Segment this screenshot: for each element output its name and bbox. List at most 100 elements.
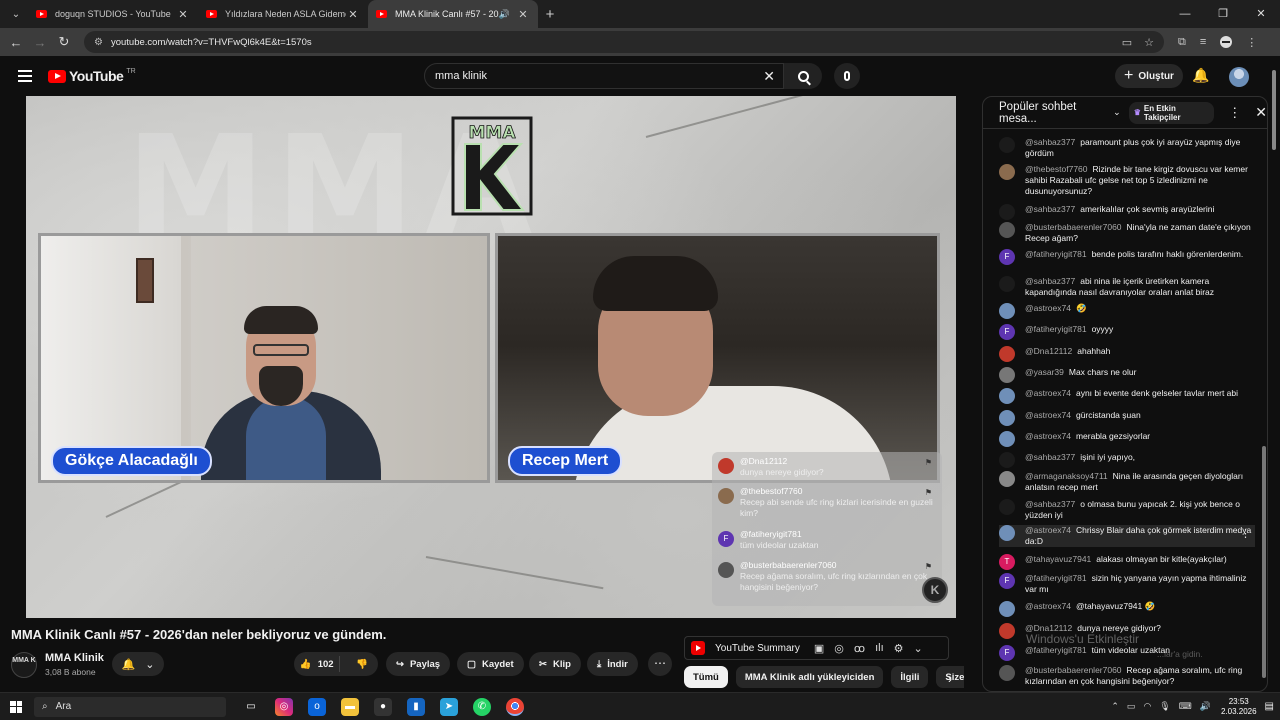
chat-username[interactable]: @astroex74 xyxy=(1025,303,1071,313)
browser-tab-1[interactable]: doguqn STUDIOS - YouTube ✕ xyxy=(28,0,198,28)
dislike-button[interactable]: 👎 xyxy=(346,659,378,670)
account-avatar[interactable] xyxy=(1229,67,1249,87)
subscribed-bell-button[interactable]: 🔔 ⌄ xyxy=(112,652,164,676)
reload-icon[interactable]: ↻ xyxy=(52,34,76,50)
extensions-puzzle-icon[interactable]: ⧉ xyxy=(1178,36,1186,49)
chat-avatar[interactable]: F xyxy=(999,645,1015,661)
telegram-icon[interactable]: ➤ xyxy=(440,697,458,716)
chat-avatar[interactable] xyxy=(999,471,1015,487)
chat-avatar[interactable] xyxy=(999,222,1015,238)
close-tab-icon[interactable]: ✕ xyxy=(176,8,190,21)
share-button[interactable]: ↪ Paylaş xyxy=(386,652,451,676)
chat-avatar[interactable] xyxy=(999,204,1015,220)
chat-message[interactable]: F @fatiheryigit781 oyyyy xyxy=(999,324,1255,340)
taskbar-clock[interactable]: 23:53 2.03.2026 xyxy=(1221,697,1257,717)
chat-mode-selector[interactable]: Popüler sohbet mesa... xyxy=(999,101,1109,125)
chat-message[interactable]: @yasar39 Max chars ne olur xyxy=(999,367,1255,383)
chat-username[interactable]: @astroex74 xyxy=(1025,410,1071,420)
ai-icon[interactable]: ◎ xyxy=(834,642,844,655)
chat-avatar[interactable] xyxy=(999,346,1015,362)
chat-message[interactable]: F @fatiheryigit781 bende polis tarafını ha… xyxy=(999,249,1255,265)
chat-avatar[interactable] xyxy=(999,367,1015,383)
task-view-icon[interactable]: ▭ xyxy=(242,698,260,716)
chat-message[interactable]: @astroex74 gürcistanda şuan xyxy=(999,410,1255,426)
chat-username[interactable]: @sahbaz377 xyxy=(1025,137,1075,147)
message-menu-icon[interactable]: ⋮ xyxy=(1240,527,1251,540)
windows-start-icon[interactable] xyxy=(10,700,22,713)
chat-message[interactable]: F @fatiheryigit781 sizin hiç yanyana yayın… xyxy=(999,573,1255,595)
chrome-icon[interactable] xyxy=(506,697,524,716)
reading-list-icon[interactable]: ≡ xyxy=(1200,36,1206,48)
chip-all[interactable]: Tümü xyxy=(684,666,728,688)
app-icon[interactable]: ● xyxy=(374,697,392,716)
chevron-right-icon[interactable]: › xyxy=(948,672,952,686)
file-explorer-icon[interactable]: ▬ xyxy=(341,697,359,716)
search-button[interactable] xyxy=(784,63,822,89)
notification-icon[interactable]: ▤ xyxy=(1265,701,1274,712)
chat-username[interactable]: @fatiheryigit781 xyxy=(1025,573,1087,583)
chat-message[interactable]: @Dna12112 ahahhah xyxy=(999,346,1255,362)
tab-search-chevron-icon[interactable]: ⌄ xyxy=(4,3,28,25)
clip-button[interactable]: ✂ Klip xyxy=(529,652,581,676)
chat-message[interactable]: @sahbaz377 paramount plus çok iyi arayüz … xyxy=(999,137,1255,159)
restore-icon[interactable]: ❐ xyxy=(1204,0,1242,28)
channel-name[interactable]: MMA Klinik xyxy=(45,652,104,664)
chat-username[interactable]: @sahbaz377 xyxy=(1025,452,1075,462)
chat-username[interactable]: @fatiheryigit781 xyxy=(1025,249,1087,259)
close-chat-icon[interactable]: ✕ xyxy=(1255,104,1267,121)
browser-tab-2[interactable]: Yıldızlara Neden ASLA Gidemeyeceğiz ✕ xyxy=(198,0,368,28)
chat-username[interactable]: @busterbabaerenler7060 xyxy=(1025,665,1122,675)
chat-message[interactable]: @busterbabaerenler7060 Recep ağama soralı… xyxy=(999,665,1255,687)
chat-avatar[interactable] xyxy=(999,137,1015,153)
whatsapp-icon[interactable]: ✆ xyxy=(473,697,491,716)
chat-avatar[interactable]: F xyxy=(999,573,1015,589)
chat-username[interactable]: @thebestof7760 xyxy=(1025,164,1088,174)
chat-message[interactable]: @thebestof7760 Rizinde bir tane kirgiz do… xyxy=(999,164,1255,197)
chat-message[interactable]: @astroex74 merabla gezsiyorlar xyxy=(999,431,1255,447)
chat-avatar[interactable] xyxy=(999,431,1015,447)
chat-username[interactable]: @busterbabaerenler7060 xyxy=(1025,222,1122,232)
profile-icon[interactable] xyxy=(1220,36,1233,48)
chat-username[interactable]: @astroex74 xyxy=(1025,431,1071,441)
chat-username[interactable]: @fatiheryigit781 xyxy=(1025,324,1087,334)
chat-message[interactable]: @astroex74 @tahayavuz7941 🤣 xyxy=(999,601,1255,617)
close-window-icon[interactable]: ✕ xyxy=(1242,0,1280,28)
language-icon[interactable]: ⌨ xyxy=(1179,701,1192,712)
chat-avatar[interactable] xyxy=(999,525,1015,541)
new-tab-button[interactable]: + xyxy=(538,6,562,23)
chat-username[interactable]: @astroex74 xyxy=(1025,601,1071,611)
notifications-bell-icon[interactable]: 🔔 xyxy=(1192,67,1209,84)
chat-avatar[interactable] xyxy=(999,623,1015,639)
audio-wave-icon[interactable]: ılı xyxy=(875,642,884,655)
chat-message[interactable]: @astroex74 🤣 xyxy=(999,303,1255,319)
chat-message[interactable]: @busterbabaerenler7060 Nina'yla ne zaman … xyxy=(999,222,1255,244)
minimize-icon[interactable]: — xyxy=(1166,0,1204,28)
chat-menu-icon[interactable]: ⋮ xyxy=(1228,105,1241,121)
chat-avatar[interactable] xyxy=(999,499,1015,515)
close-tab-icon[interactable]: ✕ xyxy=(516,8,530,21)
chat-message[interactable]: @sahbaz377 amerikalılar çok sevmiş arayüz… xyxy=(999,204,1255,220)
clear-search-icon[interactable]: ✕ xyxy=(763,68,775,85)
site-info-icon[interactable]: ⚙ xyxy=(94,37,103,48)
chat-username[interactable]: @yasar39 xyxy=(1025,367,1064,377)
video-player[interactable]: MMA MMA Gökçe Alacadağlı Recep Mert @Dna… xyxy=(26,96,956,618)
chat-avatar[interactable] xyxy=(999,276,1015,292)
download-button[interactable]: ⤓ İndir xyxy=(587,652,638,676)
chat-username[interactable]: @Dna12112 xyxy=(1025,346,1072,356)
bookmark-star-icon[interactable]: ☆ xyxy=(1144,36,1154,49)
chat-avatar[interactable] xyxy=(999,452,1015,468)
robot-icon[interactable]: ▣ xyxy=(814,642,824,655)
chat-message[interactable]: @astroex74 Chrissy Blair daha çok görmek … xyxy=(999,525,1255,547)
chip-related[interactable]: İlgili xyxy=(891,666,929,688)
volume-icon[interactable]: 🔊 xyxy=(1200,701,1211,712)
chat-avatar[interactable]: F xyxy=(999,324,1015,340)
save-button[interactable]: ▢ Kaydet xyxy=(457,652,524,676)
outlook-icon[interactable]: o xyxy=(308,697,326,716)
tray-chevron-icon[interactable]: ⌃ xyxy=(1111,701,1119,712)
chat-username[interactable]: @tahayavuz7941 xyxy=(1025,554,1091,564)
page-scrollbar[interactable] xyxy=(1272,70,1276,150)
top-fans-badge[interactable]: ♛ En Etkin Takipçiler xyxy=(1128,101,1215,124)
chat-avatar[interactable] xyxy=(999,665,1015,681)
chat-avatar[interactable]: F xyxy=(999,249,1015,265)
glasses-icon[interactable]: ꝏ xyxy=(854,642,865,655)
